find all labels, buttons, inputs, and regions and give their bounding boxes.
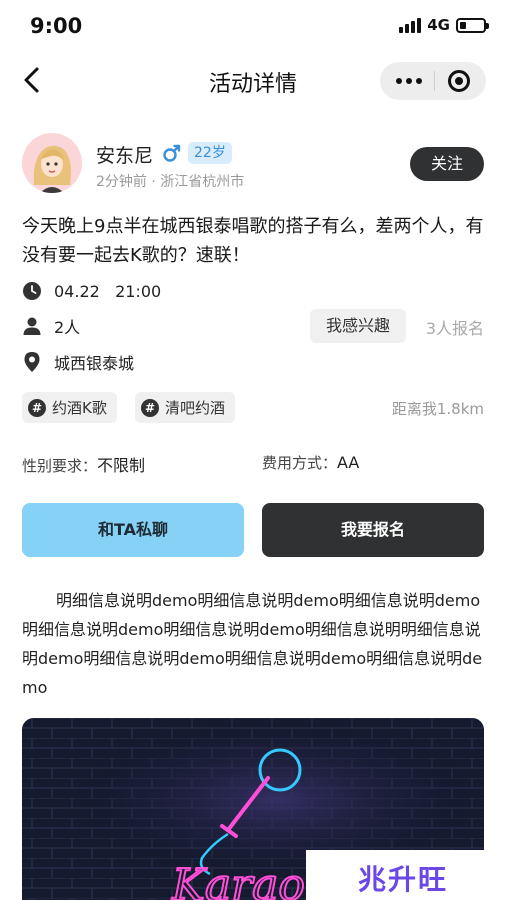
battery-level xyxy=(460,21,466,29)
male-icon xyxy=(163,144,181,162)
more-dots-icon[interactable] xyxy=(396,78,423,84)
watermark: 兆升旺 xyxy=(306,850,506,900)
fee-label: 费用方式： xyxy=(262,454,338,472)
location-pin-icon xyxy=(24,352,40,372)
activity-people-row: 2人 我感兴趣 3人报名 xyxy=(22,309,484,343)
hashtag-icon: # xyxy=(141,398,159,417)
tag-label: 约酒K歌 xyxy=(52,399,107,417)
activity-people: 2人 xyxy=(54,318,81,337)
age-badge: 22岁 xyxy=(188,142,232,164)
activity-location[interactable]: 城西银泰城 xyxy=(54,350,134,374)
signup-count: 3人报名 xyxy=(425,319,484,338)
mini-program-capsule xyxy=(380,62,486,100)
publisher-row: 安东尼 22岁 2分钟前 · 浙江省杭州市 关注 xyxy=(22,133,484,197)
follow-button[interactable]: 关注 xyxy=(410,147,484,181)
clock-icon xyxy=(23,282,41,300)
tag-item[interactable]: # 清吧约酒 xyxy=(135,392,236,423)
detail-description: 明细信息说明demo明细信息说明demo明细信息说明demo明细信息说明demo… xyxy=(22,591,483,697)
person-icon xyxy=(23,317,41,335)
gender-req-value: 不限制 xyxy=(97,456,146,475)
avatar-illustration xyxy=(22,133,82,193)
status-bar: 9:00 4G xyxy=(0,0,506,52)
avatar[interactable] xyxy=(22,133,82,193)
close-circle-icon[interactable] xyxy=(447,70,470,92)
battery-icon xyxy=(456,17,489,33)
user-name[interactable]: 安东尼 xyxy=(96,141,153,168)
status-time: 9:00 xyxy=(30,14,83,38)
signal-icon xyxy=(399,17,422,33)
hashtag-icon: # xyxy=(28,398,46,417)
watermark-text: 兆升旺 xyxy=(358,863,449,896)
tag-row: # 约酒K歌 # 清吧约酒 距离我1.8km xyxy=(22,392,484,424)
activity-description: 今天晚上9点半在城西银泰唱歌的搭子有么，差两个人，有没有要一起去K歌的？速联！ xyxy=(22,216,484,266)
network-label: 4G xyxy=(427,16,450,34)
post-meta: 2分钟前 · 浙江省杭州市 xyxy=(96,174,245,190)
gender-requirement: 性别要求：不限制 xyxy=(22,452,145,476)
nav-bar: 活动详情 xyxy=(0,52,506,110)
capsule-divider xyxy=(434,71,436,91)
join-button[interactable]: 我要报名 xyxy=(262,503,484,557)
tag-item[interactable]: # 约酒K歌 xyxy=(22,392,117,423)
activity-location-row: 城西银泰城 xyxy=(22,347,484,377)
private-chat-button[interactable]: 和TA私聊 xyxy=(22,503,244,557)
fee-value: AA xyxy=(337,453,360,472)
distance-label: 距离我1.8km xyxy=(391,400,484,418)
tag-label: 清吧约酒 xyxy=(165,399,226,417)
activity-time: 04.22 21:00 xyxy=(54,281,162,301)
activity-time-row: 04.22 21:00 xyxy=(22,276,484,306)
fee-method: 费用方式：AA xyxy=(262,452,359,473)
interest-button[interactable]: 我感兴趣 xyxy=(310,309,406,343)
status-indicators: 4G xyxy=(399,16,489,34)
requirements-row: 性别要求：不限制 费用方式：AA xyxy=(22,452,484,476)
gender-req-label: 性别要求： xyxy=(22,457,98,475)
